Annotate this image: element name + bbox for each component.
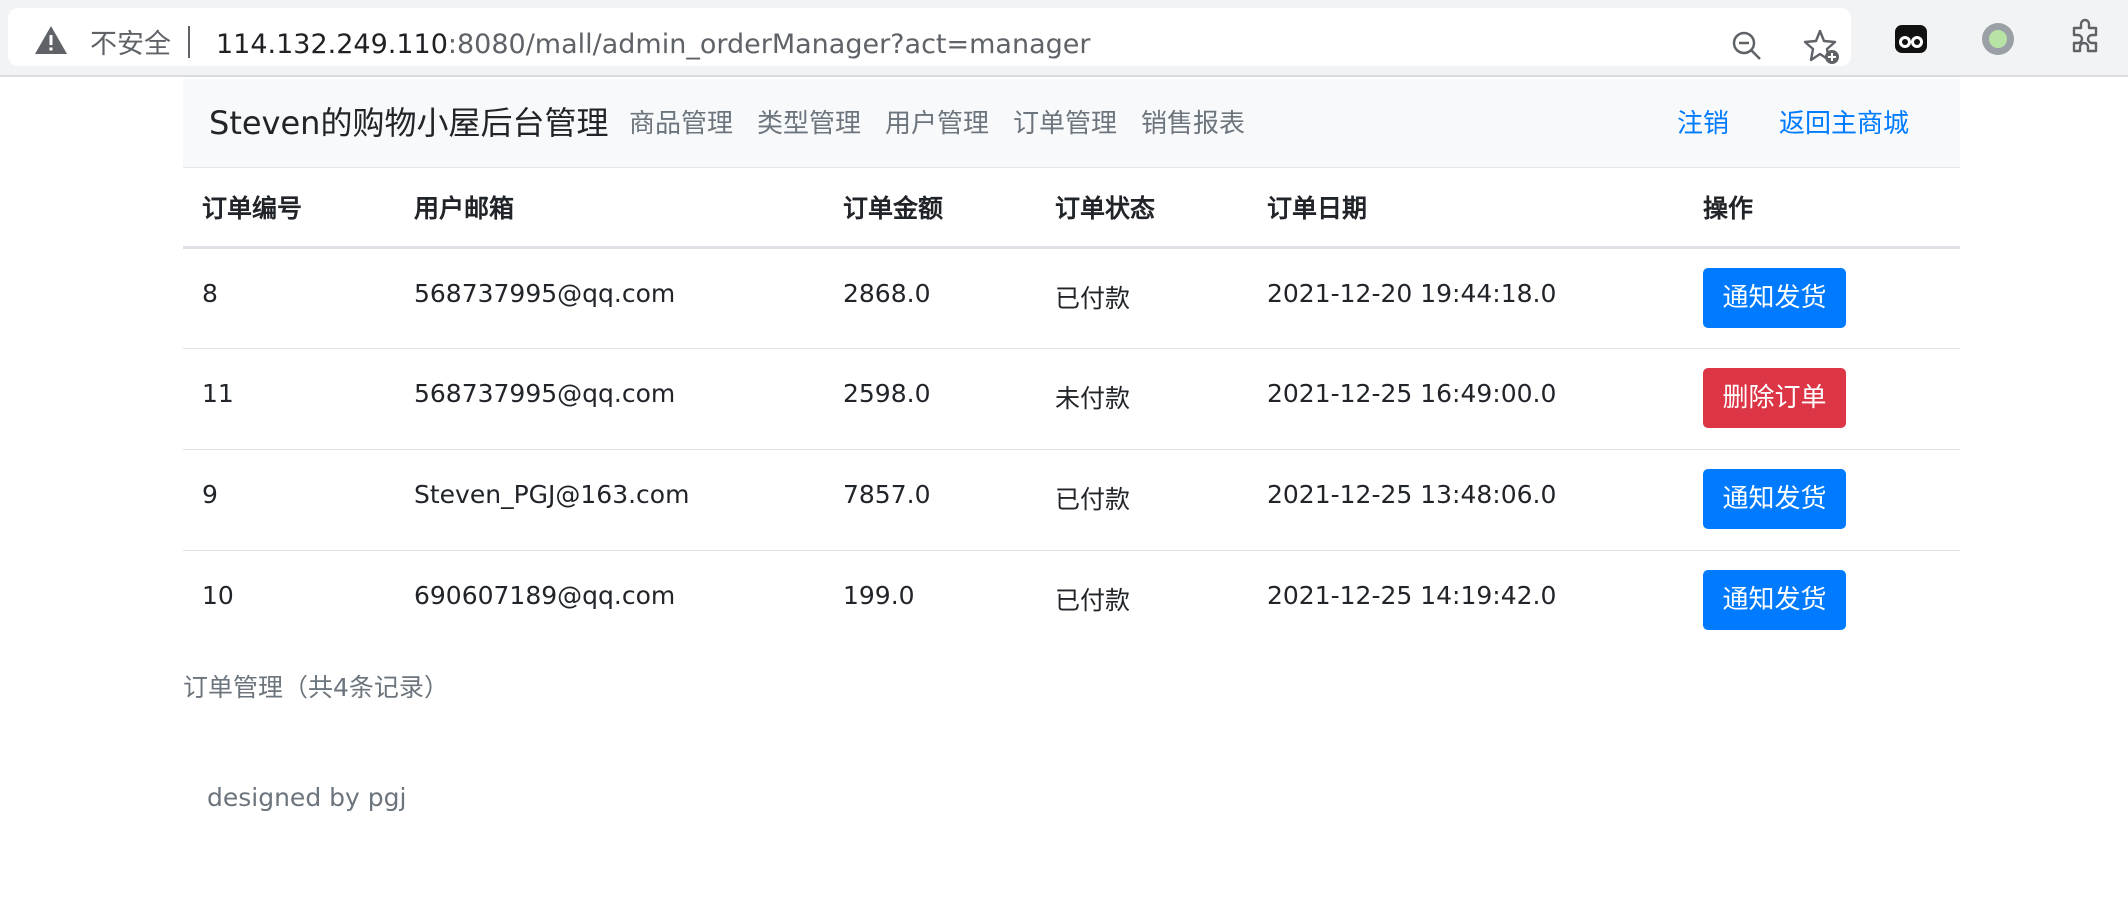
nav-sales-report[interactable]: 销售报表 [1141,107,1245,141]
table-row: 9 Steven_PGJ@163.com 7857.0 已付款 2021-12-… [183,449,1960,551]
header-actions: 操作 [1684,168,1960,249]
header-order-date: 订单日期 [1248,168,1684,249]
cell-user-email: 690607189@qq.com [414,580,676,610]
cell-actions: 通知发货 [1684,449,1960,551]
orders-table: 订单编号 用户邮箱 订单金额 订单状态 订单日期 操作 8 568737995@… [183,168,1960,651]
cell-order-id: 9 [183,449,395,551]
brand-title[interactable]: Steven的购物小屋后台管理 [209,101,608,145]
cell-order-status: 未付款 [1036,348,1248,450]
add-favorite-icon[interactable] [1803,28,1841,66]
cell-order-status: 已付款 [1055,585,1131,615]
cell-order-status: 已付款 [1036,449,1248,551]
table-header-row: 订单编号 用户邮箱 订单金额 订单状态 订单日期 操作 [183,168,1960,249]
cell-order-amount: 199.0 [843,580,915,610]
nav-user-management[interactable]: 用户管理 [885,107,989,141]
notify-shipping-button[interactable]: 通知发货 [1703,468,1846,529]
table-row: 11 568737995@qq.com 2598.0 未付款 2021-12-2… [183,348,1960,450]
notify-shipping-button[interactable]: 通知发货 [1703,569,1846,630]
warning-icon[interactable] [34,25,68,55]
header-order-amount: 订单金额 [824,168,1036,249]
cell-actions: 通知发货 [1684,550,1960,651]
cell-actions: 删除订单 [1684,348,1960,450]
nav-order-management[interactable]: 订单管理 [1013,107,1117,141]
omnibox-divider [188,26,190,58]
header-user-email: 用户邮箱 [395,168,824,249]
header-order-id: 订单编号 [183,168,395,249]
delete-order-button[interactable]: 删除订单 [1703,367,1846,428]
table-row: 8 568737995@qq.com 2868.0 已付款 2021-12-20… [183,247,1960,349]
address-bar[interactable]: 不安全 114.132.249.110:8080/mall/admin_orde… [8,8,1851,66]
cell-order-amount: 7857.0 [824,449,1036,551]
cell-order-date: 2021-12-20 19:44:18.0 [1248,247,1684,349]
url-host: 114.132.249.110 [216,29,448,60]
cell-order-date: 2021-12-25 16:49:00.0 [1248,348,1684,450]
cell-user-email: Steven_PGJ@163.com [395,449,824,551]
record-count-caption: 订单管理（共4条记录） [183,673,449,702]
browser-toolbar: 不安全 114.132.249.110:8080/mall/admin_orde… [0,0,2128,77]
cell-actions: 通知发货 [1684,247,1960,349]
back-to-mall-link[interactable]: 返回主商城 [1779,107,1909,141]
cell-user-email: 568737995@qq.com [395,348,824,450]
nav-product-management[interactable]: 商品管理 [629,107,733,141]
cell-order-date: 2021-12-25 13:48:06.0 [1248,449,1684,551]
url-text[interactable]: 114.132.249.110:8080/mall/admin_orderMan… [216,28,1090,62]
footer-credit: designed by pgj [207,783,407,812]
header-order-status: 订单状态 [1036,168,1248,249]
admin-navbar: Steven的购物小屋后台管理 商品管理 类型管理 用户管理 订单管理 销售报表… [183,79,1960,168]
logout-link[interactable]: 注销 [1677,107,1729,141]
security-label[interactable]: 不安全 [90,28,171,62]
extensions-puzzle-icon[interactable] [2066,18,2104,56]
nav-type-management[interactable]: 类型管理 [757,107,861,141]
notify-shipping-button[interactable]: 通知发货 [1703,267,1846,328]
cell-order-id: 10 [202,580,234,610]
cell-order-date: 2021-12-25 14:19:42.0 [1267,580,1557,610]
cell-user-email: 568737995@qq.com [395,247,824,349]
cell-order-amount: 2868.0 [824,247,1036,349]
profile-icon[interactable] [1981,22,2015,56]
extension-icon[interactable] [1894,22,1928,56]
cell-order-status: 已付款 [1036,247,1248,349]
table-row: 10 690607189@qq.com 199.0 已付款 2021-12-25… [183,550,1960,651]
cell-order-id: 11 [183,348,395,450]
cell-order-amount: 2598.0 [824,348,1036,450]
zoom-out-icon[interactable] [1731,30,1763,62]
url-path: :8080/mall/admin_orderManager?act=manage… [447,29,1091,60]
cell-order-id: 8 [183,247,395,349]
